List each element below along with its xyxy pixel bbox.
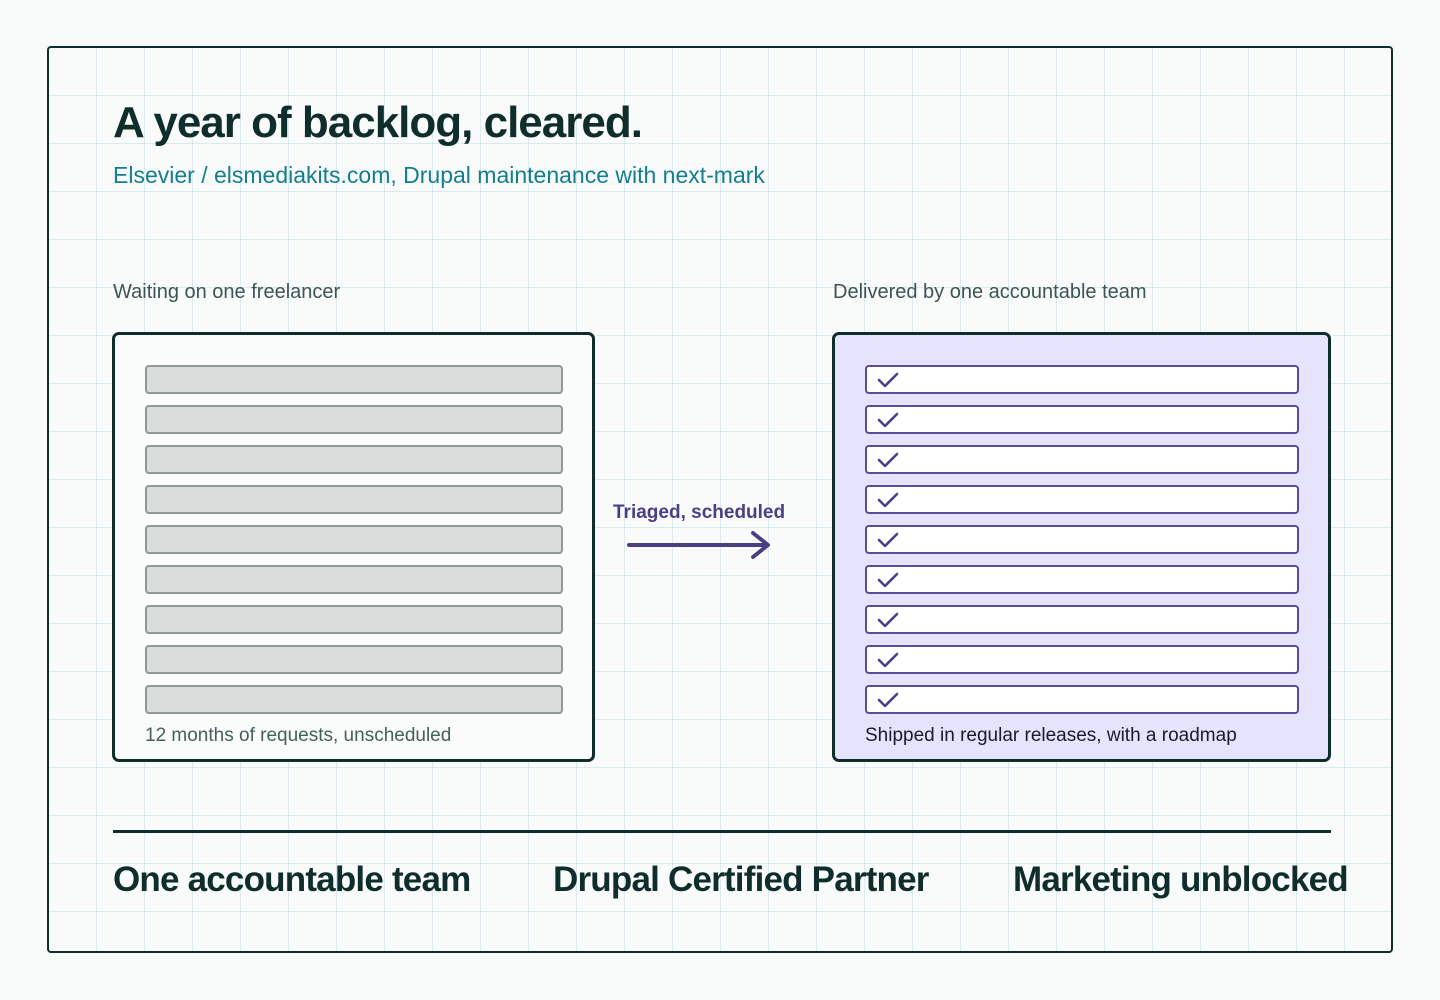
check-icon	[877, 412, 899, 428]
backlog-item	[145, 645, 563, 674]
before-label: Waiting on one freelancer	[113, 281, 341, 303]
backlog-item	[145, 405, 563, 434]
stat-certified-partner: Drupal Certified Partner	[553, 860, 929, 899]
delivered-item	[865, 565, 1299, 594]
check-icon	[877, 572, 899, 588]
stat-accountable-team: One accountable team	[113, 860, 471, 899]
flow-label: Triaged, scheduled	[613, 502, 786, 523]
delivered-item	[865, 365, 1299, 394]
backlog-item	[145, 685, 563, 714]
check-icon	[877, 532, 899, 548]
diagram-frame: A year of backlog, cleared. Elsevier / e…	[47, 46, 1393, 953]
backlog-item	[145, 565, 563, 594]
check-icon	[877, 692, 899, 708]
page-subtitle: Elsevier / elsmediakits.com, Drupal main…	[113, 162, 765, 188]
backlog-panel: 12 months of requests, unscheduled	[112, 332, 595, 762]
backlog-item	[145, 365, 563, 394]
delivered-item	[865, 605, 1299, 634]
delivered-panel: Shipped in regular releases, with a road…	[832, 332, 1331, 762]
stat-marketing-unblocked: Marketing unblocked	[1013, 860, 1349, 899]
check-icon	[877, 492, 899, 508]
after-label: Delivered by one accountable team	[833, 281, 1147, 303]
backlog-item	[145, 605, 563, 634]
check-icon	[877, 652, 899, 668]
delivered-caption: Shipped in regular releases, with a road…	[865, 725, 1237, 746]
check-icon	[877, 612, 899, 628]
arrow-right-icon	[627, 531, 770, 559]
backlog-item	[145, 445, 563, 474]
delivered-item	[865, 525, 1299, 554]
check-icon	[877, 452, 899, 468]
delivered-item	[865, 485, 1299, 514]
delivered-item	[865, 685, 1299, 714]
page-title: A year of backlog, cleared.	[113, 98, 643, 147]
divider	[113, 830, 1331, 833]
delivered-item	[865, 645, 1299, 674]
delivered-item	[865, 405, 1299, 434]
backlog-item	[145, 525, 563, 554]
check-icon	[877, 372, 899, 388]
backlog-item	[145, 485, 563, 514]
delivered-item	[865, 445, 1299, 474]
backlog-caption: 12 months of requests, unscheduled	[145, 725, 452, 746]
